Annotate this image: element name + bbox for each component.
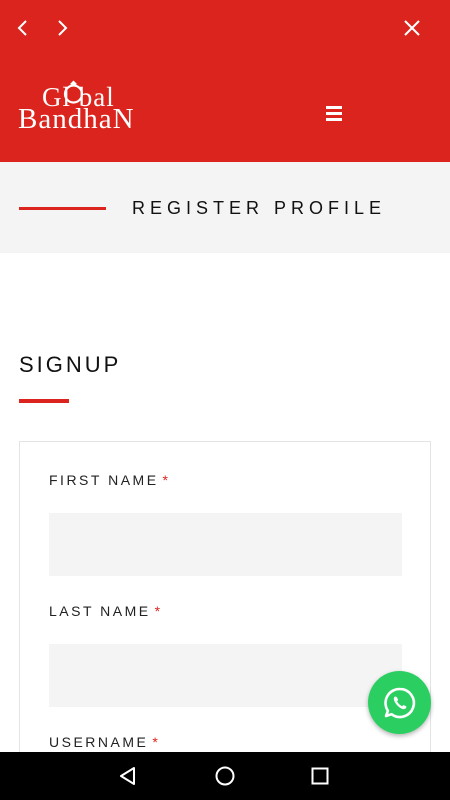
global-bandhan-logo[interactable]: Gl bal BandhaN: [18, 80, 170, 138]
page-title-bar: REGISTER PROFILE: [0, 162, 450, 253]
username-label: USERNAME *: [49, 734, 160, 750]
first-name-input[interactable]: [49, 513, 402, 576]
forward-button[interactable]: [48, 14, 76, 42]
chevron-right-icon: [58, 20, 68, 36]
back-button[interactable]: [9, 14, 37, 42]
close-icon: [404, 20, 420, 36]
required-mark: *: [162, 472, 171, 488]
whatsapp-button[interactable]: [368, 671, 431, 734]
username-label-text: USERNAME: [49, 734, 149, 750]
hamburger-menu-icon: [326, 105, 342, 109]
menu-button[interactable]: [326, 103, 348, 123]
hamburger-bar: [326, 111, 342, 115]
title-accent-line: [19, 207, 106, 210]
chevron-left-icon: [17, 20, 27, 36]
last-name-label-text: LAST NAME: [49, 603, 151, 619]
first-name-label-text: FIRST NAME: [49, 472, 159, 488]
logo-text-bottom: BandhaN: [18, 103, 135, 135]
close-button[interactable]: [398, 14, 426, 42]
first-name-label: FIRST NAME *: [49, 472, 170, 488]
signup-heading: SIGNUP: [19, 352, 122, 377]
last-name-input[interactable]: [49, 644, 402, 707]
system-back-button[interactable]: [114, 762, 142, 790]
square-recents-icon: [311, 767, 329, 785]
triangle-back-icon: [120, 767, 135, 785]
system-navigation-bar: [0, 752, 450, 800]
signup-form: FIRST NAME * LAST NAME * USERNAME *: [19, 441, 431, 781]
page-title: REGISTER PROFILE: [132, 198, 387, 218]
system-recents-button[interactable]: [306, 762, 334, 790]
system-home-button[interactable]: [211, 762, 239, 790]
required-mark: *: [152, 734, 161, 750]
hamburger-bar: [326, 117, 342, 121]
signup-underline: [19, 399, 69, 403]
app-header: Gl bal BandhaN: [0, 0, 450, 162]
ring-icon: [63, 80, 84, 104]
circle-home-icon: [215, 766, 235, 786]
whatsapp-icon: [383, 687, 415, 718]
required-mark: *: [154, 603, 163, 619]
last-name-label: LAST NAME *: [49, 603, 163, 619]
